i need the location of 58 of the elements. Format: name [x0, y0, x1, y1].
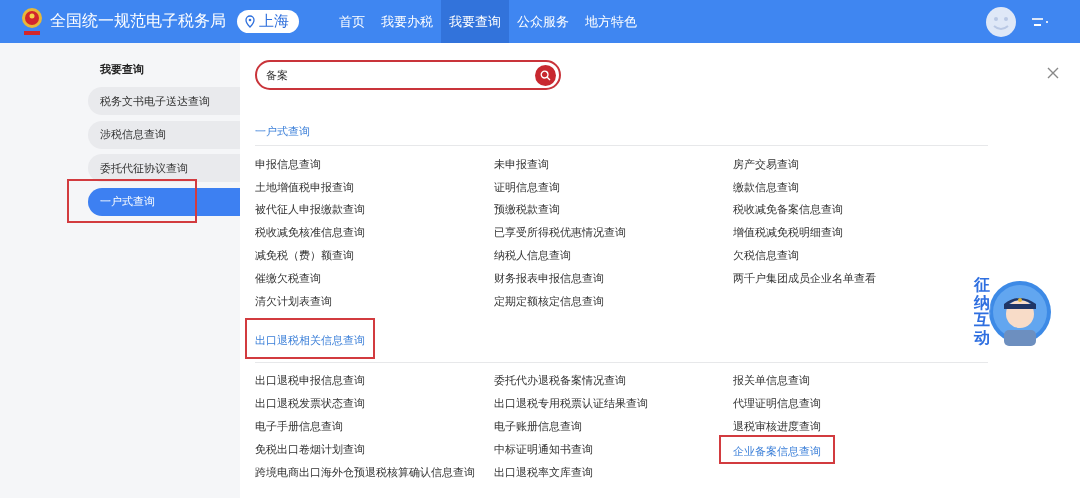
query-link[interactable]: 清欠计划表查询	[255, 293, 332, 309]
sidebar-title: 我要查询	[100, 62, 145, 78]
nav-tab[interactable]: 公众服务	[509, 0, 577, 43]
search-field[interactable]: 备案	[255, 60, 561, 90]
sidebar-item[interactable]: 涉税信息查询	[88, 120, 240, 149]
query-link[interactable]: 出口退税率文库查询	[494, 464, 593, 480]
query-link[interactable]: 电子手册信息查询	[255, 419, 343, 435]
query-link[interactable]: 出口退税发票状态查询	[255, 396, 365, 412]
avatar-icon[interactable]	[984, 4, 1018, 39]
query-link[interactable]: 土地增值税申报查询	[255, 179, 354, 195]
search-button[interactable]	[535, 64, 556, 86]
emblem-icon	[19, 5, 45, 38]
query-link[interactable]: 证明信息查询	[494, 179, 560, 195]
section-title: 一户式查询	[255, 124, 310, 140]
query-link[interactable]: 定期定额核定信息查询	[494, 293, 604, 309]
query-link[interactable]: 企业备案信息查询	[733, 444, 821, 458]
query-link[interactable]: 出口退税专用税票认证结果查询	[494, 396, 648, 412]
query-link[interactable]: 税收减免备案信息查询	[733, 202, 843, 218]
query-link[interactable]: 两千户集团成员企业名单查看	[733, 270, 876, 286]
search-input[interactable]: 备案	[266, 63, 535, 87]
section-title: 出口退税相关信息查询	[255, 333, 365, 347]
query-link[interactable]: 缴款信息查询	[733, 179, 799, 195]
query-link[interactable]: 财务报表申报信息查询	[494, 270, 604, 286]
search-icon	[540, 69, 551, 81]
mascot-caption: 征纳互动	[974, 276, 990, 347]
query-link[interactable]: 免税出口卷烟计划查询	[255, 441, 365, 457]
sidebar-item[interactable]: 税务文书电子送达查询	[88, 87, 240, 115]
query-link[interactable]: 电子账册信息查询	[494, 419, 582, 435]
query-link[interactable]: 减免税（费）额查询	[255, 248, 354, 264]
nav-tab[interactable]: 地方特色	[577, 0, 645, 43]
query-link[interactable]: 退税审核进度查询	[733, 419, 821, 435]
query-link[interactable]: 增值税减免税明细查询	[733, 225, 843, 241]
query-link[interactable]: 税收减免核准信息查询	[255, 225, 365, 241]
query-link[interactable]: 出口退税申报信息查询	[255, 373, 365, 389]
query-link[interactable]: 中标证明通知书查询	[494, 441, 593, 457]
query-link[interactable]: 未申报查询	[494, 156, 549, 172]
query-link[interactable]: 跨境电商出口海外仓预退税核算确认信息查询	[255, 464, 475, 480]
query-link[interactable]: 预缴税款查询	[494, 202, 560, 218]
location-pin-icon	[245, 15, 255, 28]
query-link[interactable]: 委托代办退税备案情况查询	[494, 373, 626, 389]
query-link[interactable]: 已享受所得税优惠情况查询	[494, 225, 626, 241]
query-link[interactable]: 报关单信息查询	[733, 373, 810, 389]
location-button[interactable]: 上海	[237, 10, 299, 33]
query-link[interactable]: 房产交易查询	[733, 156, 799, 172]
nav-tab[interactable]: 我要查询	[441, 0, 509, 43]
query-link[interactable]: 催缴欠税查询	[255, 270, 321, 286]
query-link[interactable]: 欠税信息查询	[733, 248, 799, 264]
sidebar-item[interactable]: 委托代征协议查询	[88, 154, 240, 182]
query-link[interactable]: 被代征人申报缴款查询	[255, 202, 365, 218]
site-title: 全国统一规范电子税务局	[50, 11, 226, 32]
sidebar-item[interactable]: 一户式查询	[88, 187, 240, 216]
nav-tab[interactable]: 我要办税	[373, 0, 441, 43]
menu-icon[interactable]	[1032, 15, 1048, 28]
query-link[interactable]: 申报信息查询	[255, 156, 321, 172]
query-link[interactable]: 代理证明信息查询	[733, 396, 821, 412]
query-link[interactable]: 纳税人信息查询	[494, 248, 571, 264]
close-button[interactable]	[1046, 66, 1060, 80]
nav-tab[interactable]: 首页	[331, 0, 373, 43]
